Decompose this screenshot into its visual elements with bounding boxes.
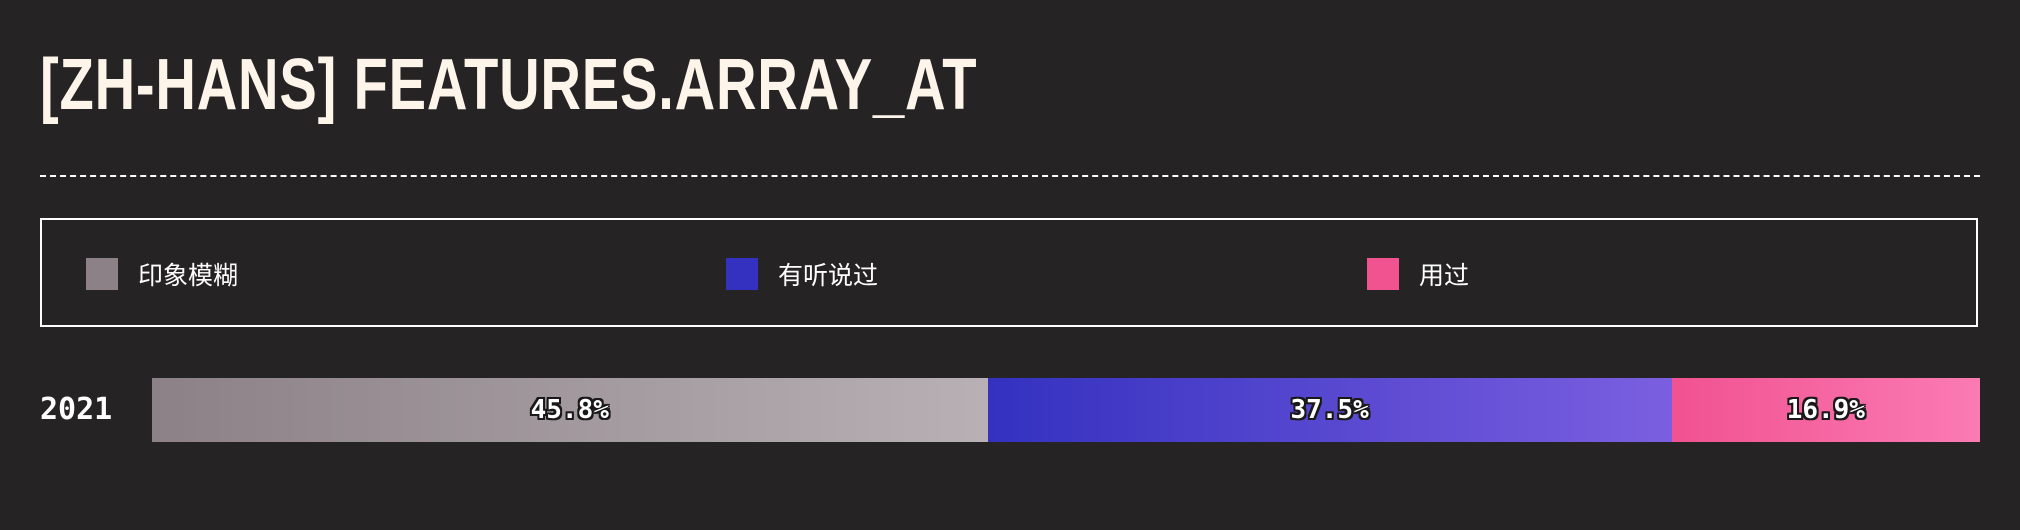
bar-value-label: 37.5% [1290,395,1369,425]
legend-swatch-vague [86,258,118,290]
bar-value-label: 16.9% [1786,395,1865,425]
bar-segment-heard[interactable]: 37.5% [987,378,1672,442]
legend: 印象模糊 有听说过 用过 [40,218,1978,327]
row-label-2021: 2021 [40,392,113,427]
title-divider [40,175,1980,177]
legend-label-vague: 印象模糊 [138,261,239,290]
bar-value-label: 45.8% [530,395,609,425]
legend-label-used: 用过 [1419,261,1470,290]
legend-swatch-heard [726,258,758,290]
bar-segment-vague[interactable]: 45.8% [152,378,988,442]
bar-segment-used[interactable]: 16.9% [1671,378,1980,442]
legend-item-vague[interactable]: 印象模糊 [86,258,238,290]
chart-title: [ZH-HANS] FEATURES.ARRAY_AT [40,45,978,125]
legend-swatch-used [1367,258,1399,290]
legend-label-heard: 有听说过 [778,261,879,290]
stacked-bar-2021: 45.8% 37.5% 16.9% [152,378,1980,442]
legend-item-used[interactable]: 用过 [1367,258,1469,290]
legend-item-heard[interactable]: 有听说过 [726,258,878,290]
